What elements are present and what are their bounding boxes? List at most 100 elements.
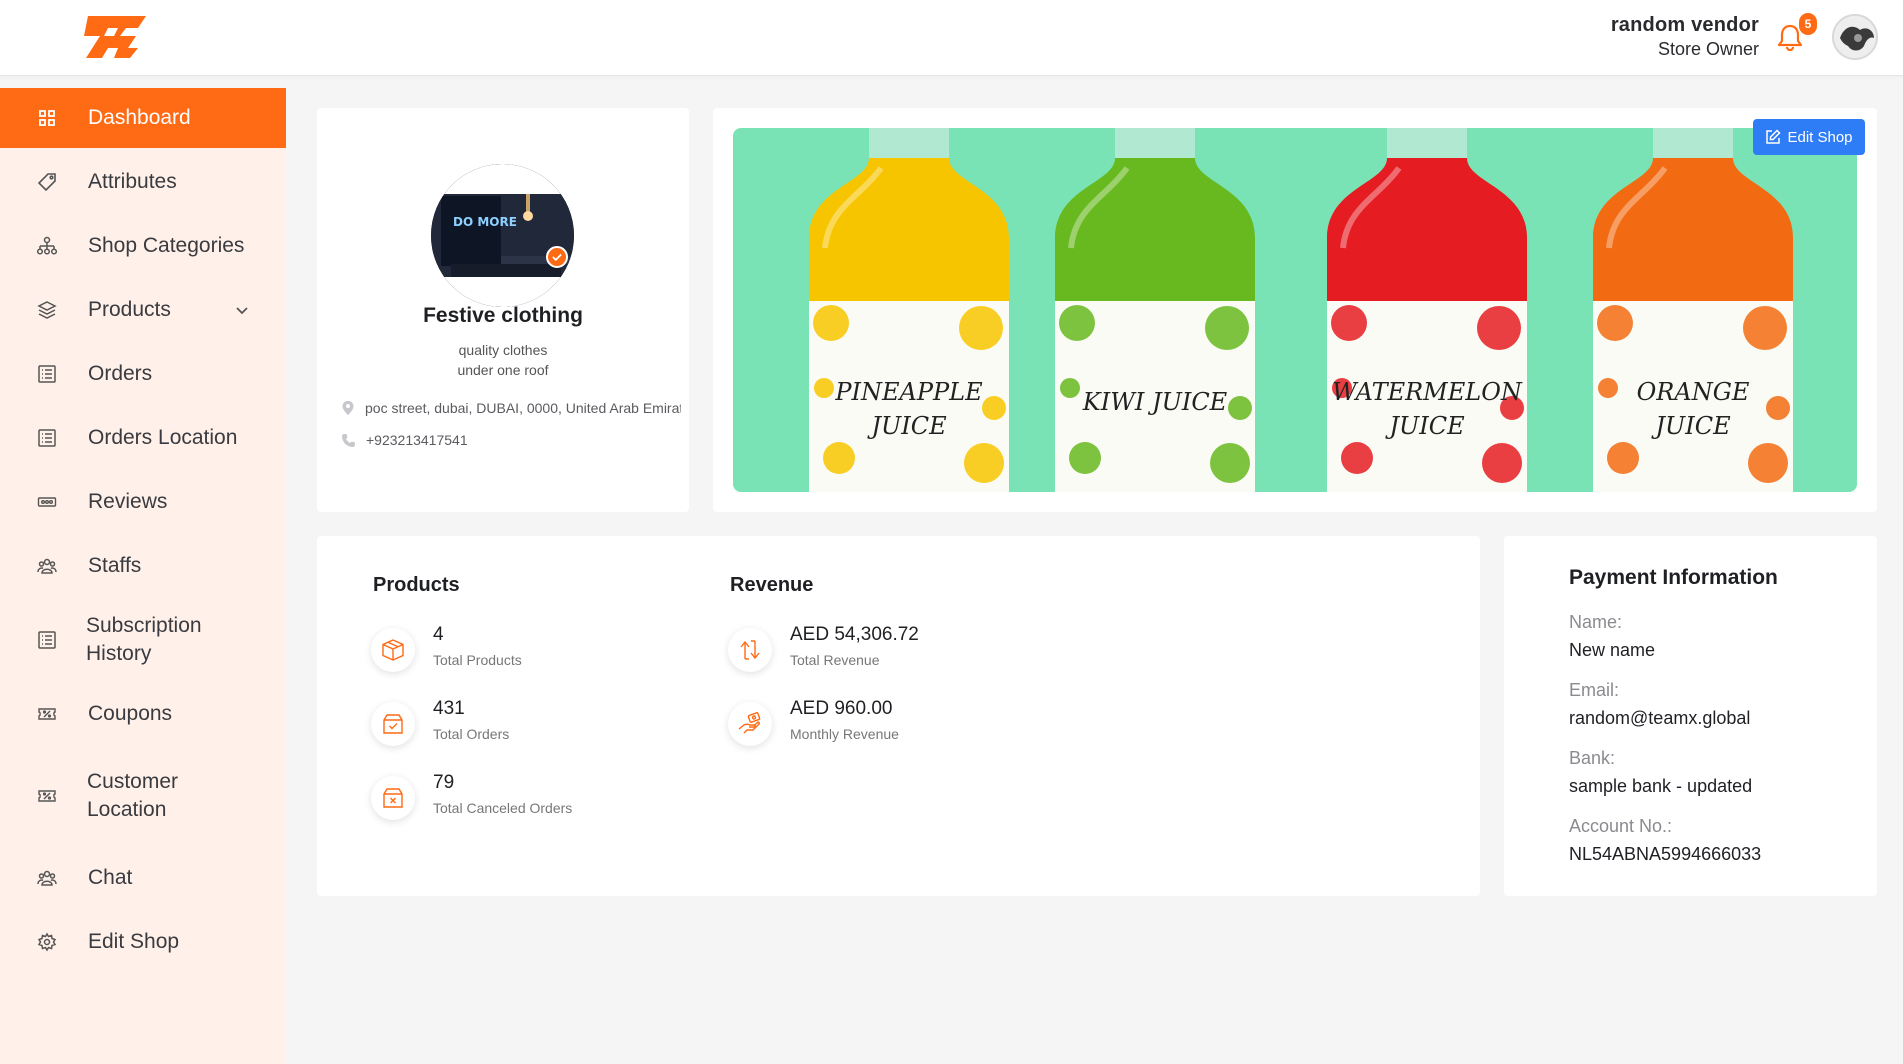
stat-label: Total Canceled Orders [433,800,573,816]
sidebar-item-label: Attributes [88,170,177,193]
phone-icon [342,433,355,447]
stat-value: 79 [433,772,455,793]
stat-total-revenue: AED 54,306.72 Total Revenue [728,624,919,672]
sidebar-item-coupons[interactable]: Coupons [0,684,286,744]
stat-label: Total Revenue [790,652,880,668]
sidebar-item-dashboard[interactable]: Dashboard [0,88,286,148]
shop-phone: +923213417541 [341,432,681,448]
edit-shop-label: Edit Shop [1787,128,1853,146]
chevron-down-icon[interactable] [232,300,252,320]
sidebar-item-label: Customer Location [87,770,179,821]
user-info[interactable]: random vendor Store Owner [1611,14,1759,60]
payment-name-value: New name [1569,640,1656,660]
sidebar-item-label: Products [88,298,171,321]
list-icon [36,629,58,651]
payment-email-label: Email: [1569,680,1620,700]
sidebar-item-shop-categories[interactable]: Shop Categories [0,216,286,276]
shop-name: Festive clothing [423,304,583,327]
avatar[interactable] [1832,14,1878,60]
sidebar: Dashboard Attributes Shop Categories Pro… [0,88,286,1064]
bottle-label-text: PINEAPPLE [834,378,983,406]
shop-profile-card: DO MORE Festive clothing quality clothes… [317,108,689,512]
edit-shop-button[interactable]: Edit Shop [1753,119,1865,155]
top-header: random vendor Store Owner 5 [0,0,1903,76]
stat-monthly-revenue: AED 960.00 Monthly Revenue [728,698,899,746]
verified-badge-icon [546,246,568,268]
shop-banner-image: PINEAPPLE JUICE KIWI JUICE WATERMELON JUICE O… [733,128,1857,492]
stat-label: Total Products [433,652,522,668]
bottle-label-text: JUICE [1650,412,1731,440]
sidebar-item-orders[interactable]: Orders [0,344,286,404]
sidebar-item-customer-location[interactable]: Customer Location [0,756,286,836]
bottle-label-text: KIWI JUICE [1082,388,1228,416]
location-pin-icon [342,401,354,415]
bag-cancel-icon [371,776,415,820]
juice-bottles-illustration: PINEAPPLEJUICEKIWI JUICE WATERMELONJUICEO… [809,128,1793,492]
sidebar-item-reviews[interactable]: Reviews [0,472,286,532]
juice-bottle: KIWI JUICE [1055,128,1255,492]
sidebar-item-label: Subscription History [86,614,202,665]
sidebar-item-attributes[interactable]: Attributes [0,152,286,212]
package-icon [371,628,415,672]
sidebar-item-label: Orders Location [88,426,238,449]
juice-bottle: WATERMELON JUICE [1327,128,1527,492]
tag-icon [36,171,58,193]
payment-bank-label: Bank: [1569,748,1616,768]
sidebar-item-products[interactable]: Products [0,280,286,340]
products-section-title: Products [373,574,460,596]
list-icon [36,427,58,449]
stat-label: Monthly Revenue [790,726,899,742]
hierarchy-icon [36,235,58,257]
sidebar-item-label: Chat [88,866,133,889]
stat-value: 431 [433,698,465,719]
notification-badge: 5 [1799,13,1817,35]
payment-name-label: Name: [1569,612,1623,632]
box-stack-icon [36,299,58,321]
gear-icon [36,931,58,953]
shop-address-text: poc street, dubai, DUBAI, 0000, United A… [365,400,681,416]
bottle-label-text: JUICE [866,412,947,440]
stat-value: AED 960.00 [790,698,893,719]
payment-email-value: random@teamx.global [1569,708,1751,728]
shop-description-line: quality clothes [458,342,548,358]
stat-total-orders: 431 Total Orders [371,698,510,746]
shop-phone-text: +923213417541 [366,432,468,448]
stat-value: AED 54,306.72 [790,624,919,645]
sidebar-item-label: Reviews [88,490,168,513]
sidebar-item-label: Staffs [88,554,142,577]
juice-bottle: PINEAPPLE JUICE [809,128,1009,492]
shop-description: quality clothes under one roof [317,340,689,380]
stat-total-products: 4 Total Products [371,624,522,672]
revenue-arrows-icon [728,628,772,672]
sidebar-item-chat[interactable]: Chat [0,848,286,908]
payment-account-label: Account No.: [1569,816,1673,836]
shop-address: poc street, dubai, DUBAI, 0000, United A… [341,400,681,416]
list-icon [36,363,58,385]
stats-card: Products Revenue 4 Total Products 431 To… [317,536,1480,896]
ticket-icon [36,703,58,725]
user-role: Store Owner [1657,39,1759,59]
sidebar-item-edit-shop[interactable]: Edit Shop [0,912,286,972]
payment-bank-value: sample bank - updated [1569,776,1753,796]
bottle-label-text: WATERMELON [1332,378,1523,406]
sidebar-item-label: Edit Shop [88,930,180,953]
stat-value: 4 [433,624,444,645]
stat-total-canceled-orders: 79 Total Canceled Orders [371,772,573,820]
grid-icon [36,107,58,129]
payment-account-value: NL54ABNA5994666033 [1569,844,1762,864]
sidebar-item-label: Dashboard [88,106,191,129]
shop-photo[interactable]: DO MORE [431,164,574,307]
ticket-icon [36,785,58,807]
bottle-label-text: ORANGE [1637,378,1750,406]
shop-description-line: under one roof [457,362,549,378]
sidebar-item-label: Coupons [88,702,173,725]
sidebar-item-subscription-history[interactable]: Subscription History [0,600,286,680]
sidebar-item-label: Orders [88,362,153,385]
hand-money-icon [728,702,772,746]
brand-logo[interactable] [80,14,148,58]
sidebar-item-staffs[interactable]: Staffs [0,536,286,596]
sidebar-item-orders-location[interactable]: Orders Location [0,408,286,468]
photo-text: DO MORE [453,215,517,229]
revenue-section-title: Revenue [730,574,814,596]
stat-label: Total Orders [433,726,510,742]
